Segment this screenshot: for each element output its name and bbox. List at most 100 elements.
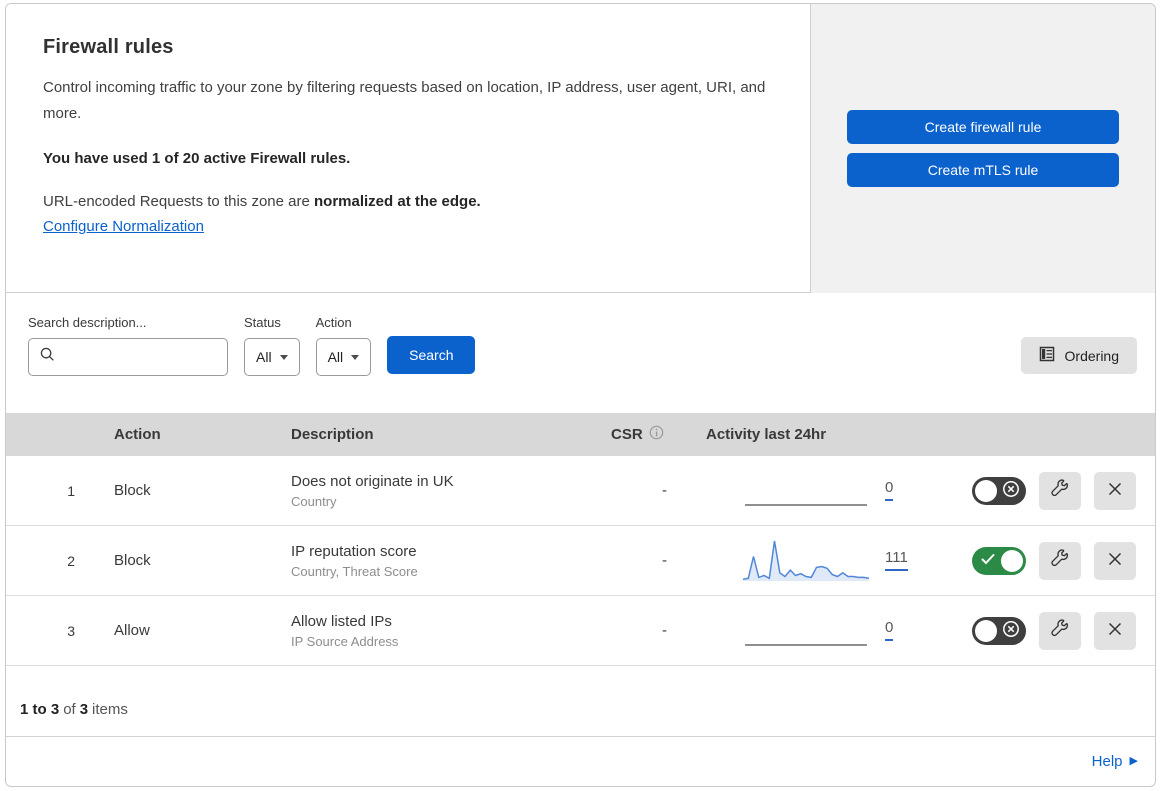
pagination-range: 1 to 3 (20, 700, 60, 718)
rule-csr-value: - (662, 622, 667, 639)
csr-column-label: CSR (611, 426, 643, 443)
pagination-bar: 1 to 3 of 3 items (6, 666, 1155, 737)
rule-csr-value: - (662, 482, 667, 499)
action-select-value: All (327, 349, 344, 365)
csr-column-header: CSR (601, 425, 691, 444)
action-panel: Create firewall rule Create mTLS rule (811, 4, 1155, 293)
status-filter-group: Status All (244, 315, 300, 376)
rule-action: Block (114, 552, 151, 569)
chevron-down-icon (351, 354, 360, 360)
info-icon[interactable] (649, 425, 664, 444)
rule-activity-cell: 111 (691, 539, 926, 583)
configure-normalization-link[interactable]: Configure Normalization (43, 218, 204, 235)
ordering-button-label: Ordering (1064, 347, 1119, 364)
create-mtls-rule-button[interactable]: Create mTLS rule (847, 153, 1119, 187)
rule-action: Allow (114, 622, 150, 639)
rule-description: Allow listed IPs (291, 612, 392, 630)
normalization-text: URL-encoded Requests to this zone are (43, 192, 314, 210)
rule-enabled-toggle[interactable] (972, 616, 1026, 645)
rule-description-cell: Allow listed IPs IP Source Address (276, 613, 601, 649)
delete-rule-button[interactable] (1094, 471, 1136, 510)
rule-activity-cell: 0 (691, 609, 926, 653)
toggle-check-icon (980, 552, 996, 570)
chevron-down-icon (279, 354, 288, 360)
action-filter-group: Action All (315, 315, 372, 376)
wrench-icon (1050, 479, 1070, 502)
rule-enabled-toggle[interactable] (972, 476, 1026, 505)
delete-rule-button[interactable] (1094, 541, 1136, 580)
status-select[interactable]: All (244, 338, 300, 376)
toggle-knob (1001, 549, 1023, 572)
search-label: Search description... (28, 315, 147, 330)
toggle-x-circle-icon (1002, 620, 1020, 642)
description-column-header: Description (291, 426, 374, 443)
edit-rule-button[interactable] (1039, 471, 1081, 510)
rule-description: IP reputation score (291, 542, 417, 560)
hero-text-panel: Firewall rules Control incoming traffic … (6, 4, 811, 293)
rule-priority: 2 (67, 552, 75, 569)
wrench-icon (1050, 619, 1070, 642)
wrench-icon (1050, 549, 1070, 572)
rule-priority: 3 (67, 622, 75, 639)
rule-enabled-toggle[interactable] (972, 546, 1026, 575)
search-input[interactable] (63, 348, 227, 366)
rule-action: Block (114, 482, 151, 499)
x-icon (1106, 620, 1124, 641)
ordering-list-icon (1039, 346, 1055, 365)
search-group: Search description... (28, 315, 228, 376)
pagination-items: items (92, 700, 128, 718)
x-icon (1106, 480, 1124, 501)
edit-rule-button[interactable] (1039, 541, 1081, 580)
status-label: Status (244, 315, 281, 330)
rule-controls (926, 471, 1155, 510)
help-link-label: Help (1091, 753, 1123, 770)
help-link[interactable]: Help ▶ (1092, 753, 1138, 770)
toggle-knob (975, 479, 997, 502)
usage-summary: You have used 1 of 20 active Firewall ru… (43, 149, 351, 167)
action-column-header: Action (114, 426, 161, 443)
toggle-x-circle-icon (1002, 480, 1020, 502)
toggle-knob (975, 619, 997, 642)
rule-priority: 1 (67, 482, 75, 499)
activity-count-link[interactable]: 0 (885, 620, 894, 641)
search-button[interactable]: Search (387, 336, 476, 374)
rule-csr-value: - (662, 552, 667, 569)
rule-controls (926, 541, 1155, 580)
table-header-row: Action Description CSR Activity last 24h… (6, 413, 1155, 456)
firewall-rule-row: 1 Block Does not originate in UK Country… (6, 456, 1155, 526)
x-icon (1106, 550, 1124, 571)
action-select[interactable]: All (315, 338, 372, 376)
search-box (28, 338, 228, 376)
firewall-rules-card: Firewall rules Control incoming traffic … (5, 3, 1156, 787)
hero-section: Firewall rules Control incoming traffic … (6, 4, 1155, 293)
filter-toolbar: Search description... Status All Action … (6, 293, 1155, 413)
page-title: Firewall rules (43, 36, 174, 58)
rule-criteria: IP Source Address (291, 633, 399, 649)
rule-controls (926, 611, 1155, 650)
rule-criteria: Country, Threat Score (291, 563, 418, 579)
activity-count-link[interactable]: 111 (885, 550, 908, 571)
activity-column-header: Activity last 24hr (706, 426, 827, 443)
pagination-total: 3 (79, 700, 89, 718)
help-arrow-icon: ▶ (1129, 755, 1138, 767)
rule-criteria: Country (291, 493, 337, 509)
rule-activity-cell: 0 (691, 469, 926, 513)
activity-sparkline (743, 469, 869, 513)
help-footer: Help ▶ (6, 737, 1155, 786)
activity-sparkline (743, 539, 869, 583)
action-label: Action (315, 315, 352, 330)
normalization-note: URL-encoded Requests to this zone are no… (43, 193, 774, 210)
activity-count-link[interactable]: 0 (885, 480, 894, 501)
rule-description-cell: IP reputation score Country, Threat Scor… (276, 543, 601, 579)
ordering-button[interactable]: Ordering (1020, 337, 1137, 374)
status-select-value: All (256, 349, 272, 365)
search-icon (40, 347, 55, 367)
rule-description-cell: Does not originate in UK Country (276, 473, 601, 509)
create-firewall-rule-button[interactable]: Create firewall rule (847, 110, 1119, 144)
firewall-rule-row: 2 Block IP reputation score Country, Thr… (6, 526, 1155, 596)
firewall-rule-row: 3 Allow Allow listed IPs IP Source Addre… (6, 596, 1155, 666)
page-description: Control incoming traffic to your zone by… (43, 79, 766, 123)
activity-sparkline (743, 609, 869, 653)
delete-rule-button[interactable] (1094, 611, 1136, 650)
edit-rule-button[interactable] (1039, 611, 1081, 650)
